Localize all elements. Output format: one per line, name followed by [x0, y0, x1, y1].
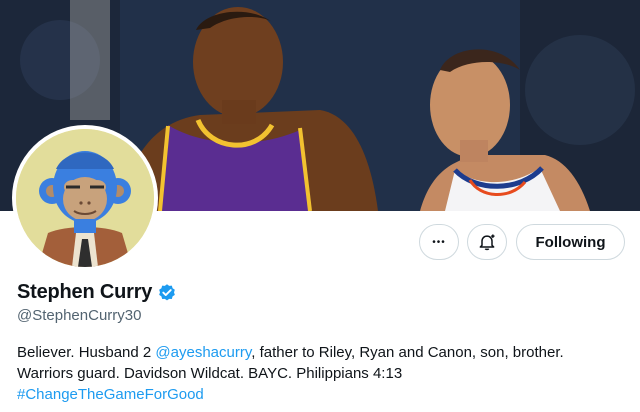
hashtag-link[interactable]: #ChangeTheGameForGood: [17, 384, 627, 405]
following-button[interactable]: Following: [516, 224, 625, 260]
more-horizontal-icon: •••: [432, 236, 446, 248]
display-name-row: Stephen Curry: [17, 281, 177, 304]
bio-line-2: Warriors guard. Davidson Wildcat. BAYC. …: [17, 365, 403, 382]
profile-avatar[interactable]: [12, 125, 158, 271]
notifications-button[interactable]: [467, 224, 507, 260]
bio-text: , father to Riley, Ryan and Canon, son, …: [251, 344, 564, 361]
bio-line-1: Believer. Husband 2 @ayeshacurry, father…: [17, 342, 627, 363]
display-name: Stephen Curry: [17, 281, 153, 303]
bell-plus-icon: [479, 234, 495, 251]
user-handle: @StephenCurry30: [17, 307, 142, 324]
bored-ape-avatar-icon: [16, 129, 154, 267]
mention-link[interactable]: @ayeshacurry: [155, 344, 251, 361]
verified-badge-icon: [157, 283, 177, 303]
following-button-label: Following: [535, 233, 606, 251]
bio-text: Believer. Husband 2: [17, 344, 156, 361]
more-options-button[interactable]: •••: [419, 224, 459, 260]
avatar-image: [16, 129, 154, 267]
profile-bio: Believer. Husband 2 @ayeshacurry, father…: [17, 342, 627, 405]
